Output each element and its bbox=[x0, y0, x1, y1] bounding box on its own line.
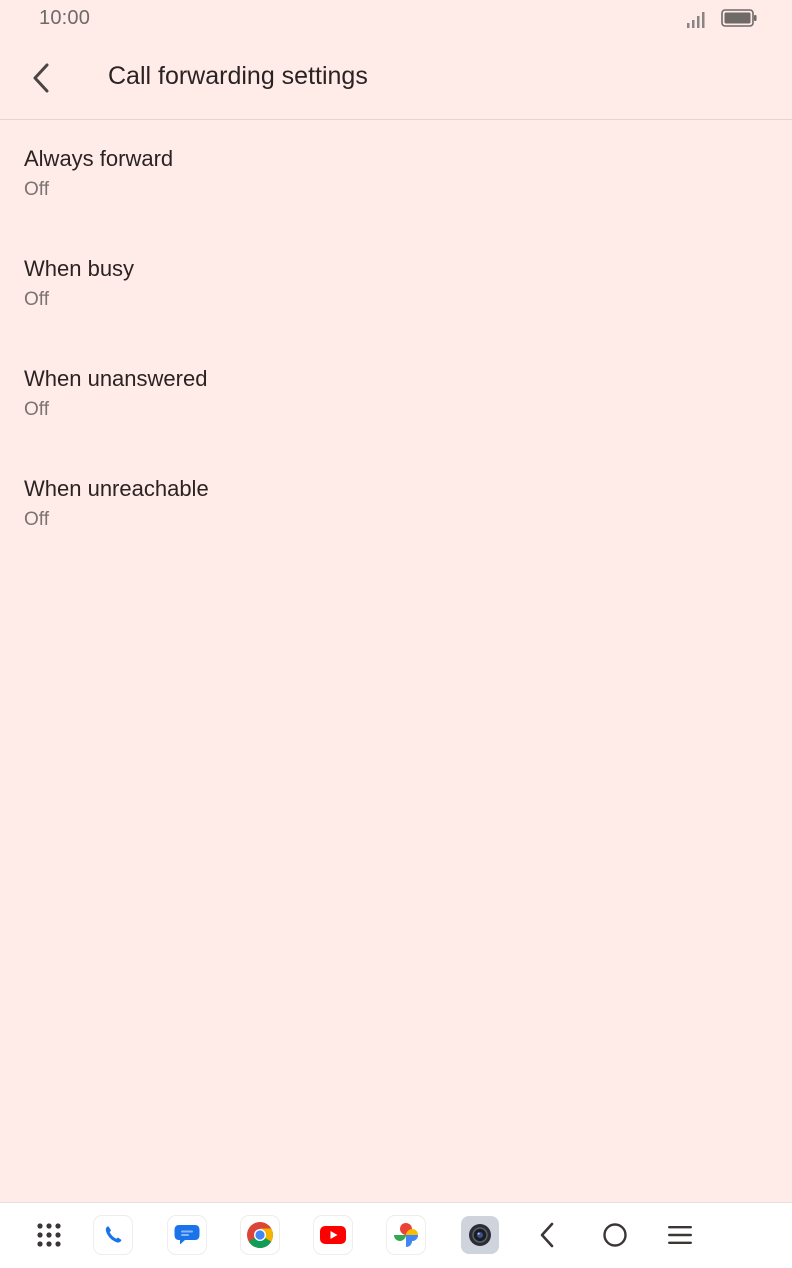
status-bar: 10:00 bbox=[0, 0, 792, 40]
nav-back-button[interactable] bbox=[528, 1215, 568, 1255]
app-bar: Call forwarding settings bbox=[0, 40, 792, 120]
settings-list: Always forward Off When busy Off When un… bbox=[0, 120, 792, 560]
battery-icon bbox=[721, 9, 757, 27]
photos-app-icon bbox=[387, 1216, 425, 1254]
setting-when-busy[interactable]: When busy Off bbox=[0, 230, 792, 340]
setting-always-forward[interactable]: Always forward Off bbox=[0, 120, 792, 230]
photos-app-button[interactable] bbox=[386, 1215, 426, 1255]
back-nav-icon bbox=[540, 1222, 554, 1248]
setting-when-unanswered[interactable]: When unanswered Off bbox=[0, 340, 792, 450]
setting-title: When unreachable bbox=[24, 476, 209, 501]
setting-title: When busy bbox=[24, 256, 135, 281]
setting-when-unreachable[interactable]: When unreachable Off bbox=[0, 450, 792, 560]
camera-app-button[interactable] bbox=[460, 1215, 500, 1255]
app-drawer-icon bbox=[37, 1223, 61, 1247]
messages-app-button[interactable] bbox=[167, 1215, 207, 1255]
nav-home-button[interactable] bbox=[595, 1215, 635, 1255]
page-title: Call forwarding settings bbox=[108, 62, 368, 90]
recents-nav-icon bbox=[668, 1226, 692, 1244]
signal-icon bbox=[687, 12, 705, 28]
setting-summary: Off bbox=[24, 399, 49, 420]
nav-recents-button[interactable] bbox=[660, 1215, 700, 1255]
messages-app-icon bbox=[168, 1216, 206, 1254]
camera-app-icon bbox=[461, 1216, 499, 1254]
youtube-app-button[interactable] bbox=[313, 1215, 353, 1255]
chevron-left-icon bbox=[33, 63, 49, 93]
phone-app-button[interactable] bbox=[93, 1215, 133, 1255]
youtube-app-icon bbox=[314, 1216, 352, 1254]
app-drawer-button[interactable] bbox=[29, 1215, 69, 1255]
setting-summary: Off bbox=[24, 289, 49, 310]
setting-title: When unanswered bbox=[24, 366, 208, 391]
status-time: 10:00 bbox=[39, 7, 91, 29]
nav-bar bbox=[0, 1202, 792, 1268]
setting-title: Always forward bbox=[24, 146, 174, 171]
phone-app-icon bbox=[94, 1216, 132, 1254]
setting-summary: Off bbox=[24, 509, 49, 530]
home-nav-icon bbox=[603, 1223, 627, 1247]
chrome-app-icon bbox=[241, 1216, 279, 1254]
chrome-app-button[interactable] bbox=[240, 1215, 280, 1255]
setting-summary: Off bbox=[24, 179, 49, 200]
back-button[interactable] bbox=[22, 54, 62, 102]
